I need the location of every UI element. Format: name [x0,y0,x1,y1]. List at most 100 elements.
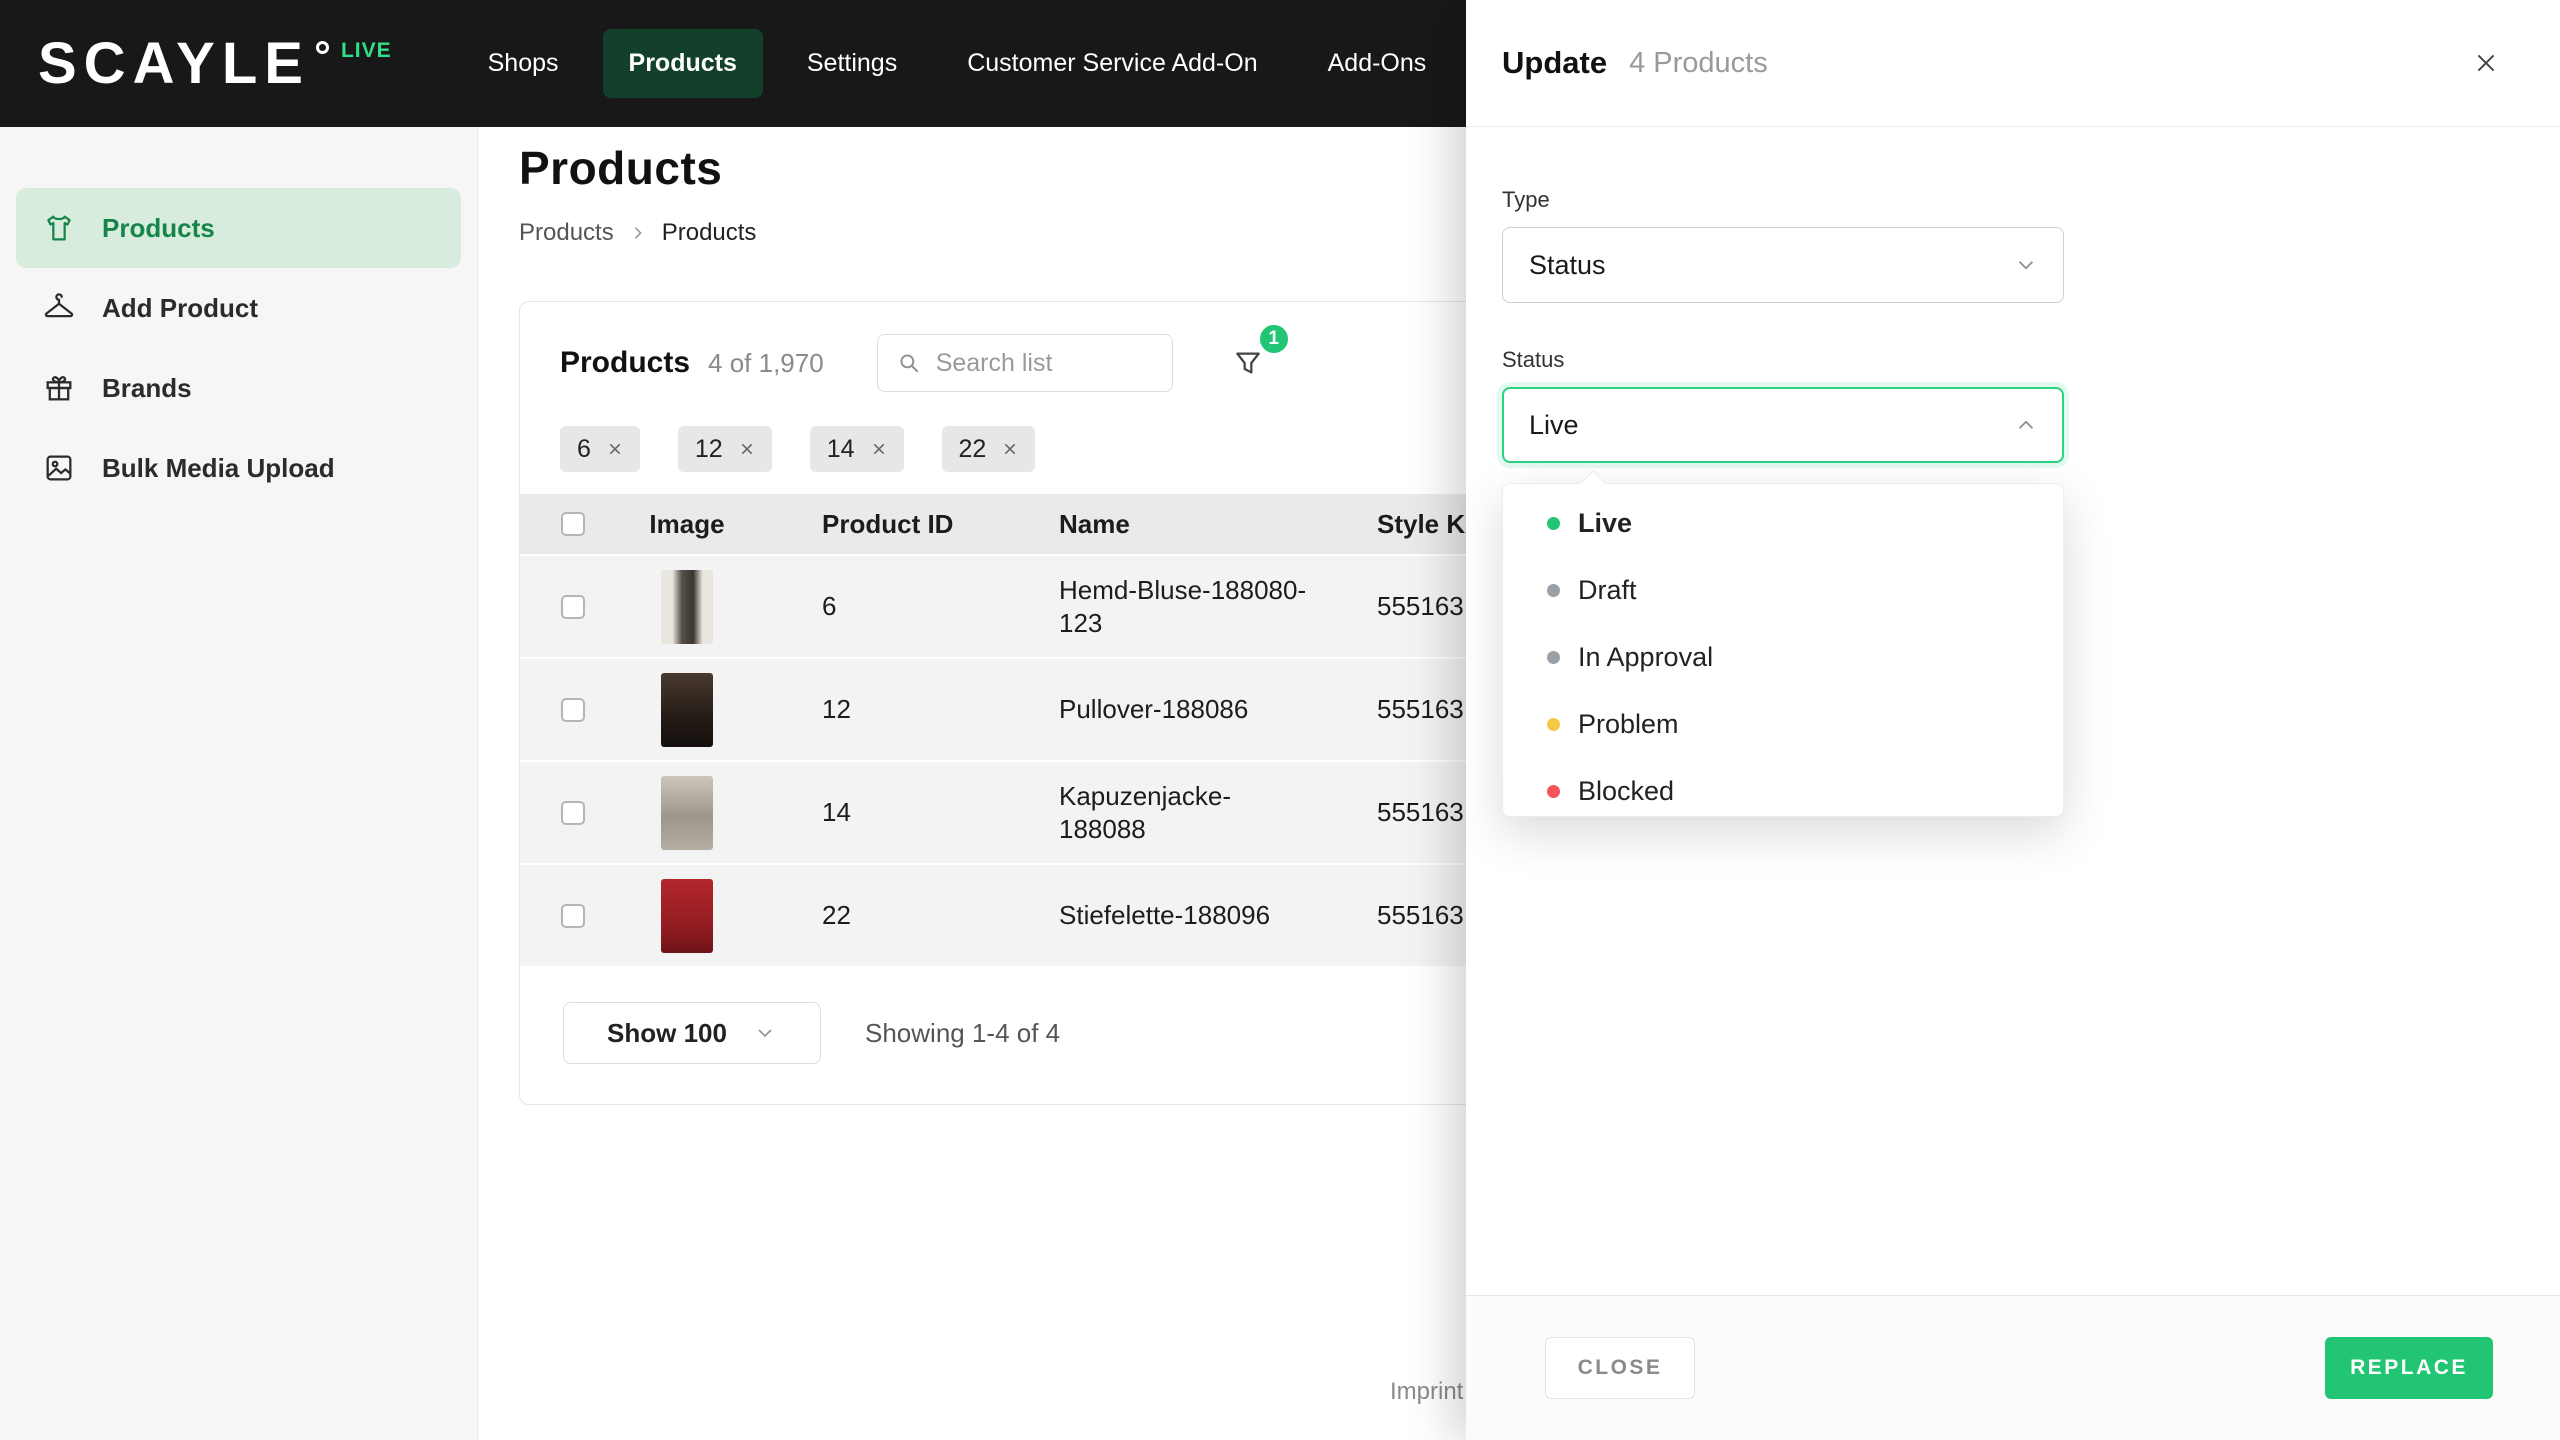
panel-subtitle: 4 Products [1629,46,1768,79]
panel-title: Update [1502,45,1608,80]
tshirt-icon [42,211,76,245]
filter-button[interactable]: 1 [1219,322,1291,392]
type-select[interactable]: Status [1502,227,2064,303]
product-name-cell: Hemd-Bluse-188080-123 [1059,575,1307,638]
chip-value: 22 [958,434,987,463]
option-label: Blocked [1578,776,1675,806]
product-thumbnail [661,878,713,953]
hanger-icon [42,291,76,325]
page-size-dropdown[interactable]: Show 100 [563,1002,821,1064]
product-id-cell: 14 [822,797,851,827]
update-panel: Update 4 Products Type Status Status Liv… [1466,0,2560,1440]
row-checkbox[interactable] [561,903,585,928]
option-label: Live [1578,508,1633,538]
select-all-checkbox[interactable] [561,512,585,536]
imprint-link[interactable]: Imprint [1390,1378,1463,1406]
funnel-icon [1232,347,1264,379]
status-field: Status Live [1502,347,2524,463]
showing-range-text: Showing 1-4 of 4 [865,1017,1061,1048]
column-header-product-id: Product ID [822,508,954,539]
column-header-name: Name [1059,508,1130,539]
image-icon [42,451,76,485]
product-id-cell: 12 [822,694,851,724]
column-header-image: Image [649,508,725,539]
chevron-right-icon [630,225,646,241]
dropdown-option-live[interactable]: Live [1503,490,2063,557]
sidebar-item-products[interactable]: Products [16,188,461,268]
status-dot-icon [1547,785,1560,798]
product-image-cell [592,775,782,850]
row-checkbox[interactable] [561,697,585,722]
option-label: Draft [1578,575,1637,605]
product-thumbnail [661,672,713,747]
product-image-cell [592,672,782,747]
product-thumbnail [661,569,713,644]
page-size-label: Show 100 [607,1017,727,1048]
row-checkbox[interactable] [561,800,585,825]
dropdown-option-draft[interactable]: Draft [1503,557,2063,624]
chip-value: 12 [694,434,723,463]
filter-chip: 6 [560,426,640,472]
sidebar-item-add-product[interactable]: Add Product [16,268,461,348]
filter-count-badge: 1 [1256,322,1291,356]
card-title: Products [560,346,691,379]
breadcrumb-item-current: Products [661,219,757,246]
nav-item-products[interactable]: Products [602,29,763,98]
update-panel-body: Type Status Status Live Live Draft In Ap… [1466,127,2560,1295]
filter-chip: 12 [677,426,772,472]
product-name-cell: Pullover-188086 [1059,694,1249,725]
status-dot-icon [1547,517,1560,530]
close-icon [2477,54,2495,72]
nav-item-shops[interactable]: Shops [462,29,585,98]
sidebar-item-bulk-media-upload[interactable]: Bulk Media Upload [16,428,461,508]
product-image-cell [592,569,782,644]
close-panel-button[interactable] [2464,41,2508,85]
status-select-value: Live [1529,409,1579,440]
scayle-logo[interactable]: SCAYLE LIVE [38,34,392,93]
nav-item-settings[interactable]: Settings [781,29,923,98]
product-name-cell: Kapuzenjacke-188088 [1059,781,1231,844]
status-dot-icon [1547,718,1560,731]
status-dot-icon [1547,584,1560,597]
row-checkbox[interactable] [561,594,585,619]
type-field-label: Type [1502,187,1550,212]
product-id-cell: 22 [822,900,851,930]
chip-remove-icon[interactable] [871,441,887,457]
sidebar-item-label: Products [102,212,215,243]
type-field: Type Status [1502,187,2524,303]
dropdown-option-blocked[interactable]: Blocked [1503,758,2063,816]
dropdown-option-in-approval[interactable]: In Approval [1503,624,2063,691]
close-button[interactable]: CLOSE [1545,1337,1695,1399]
chip-remove-icon[interactable] [739,441,755,457]
sidebar-item-label: Add Product [102,292,258,323]
search-input[interactable] [935,348,1154,378]
card-count: 4 of 1,970 [708,347,824,378]
chevron-down-icon [758,1029,772,1038]
chip-remove-icon[interactable] [1002,441,1018,457]
update-panel-footer: CLOSE REPLACE [1466,1295,2560,1440]
option-label: In Approval [1578,642,1714,672]
chip-remove-icon[interactable] [607,441,623,457]
chevron-up-icon [2018,420,2034,429]
replace-button[interactable]: REPLACE [2325,1337,2493,1399]
type-select-value: Status [1529,249,1606,280]
sidebar-item-label: Bulk Media Upload [102,452,335,483]
filter-chip: 22 [941,426,1036,472]
product-name-cell: Stiefelette-188096 [1059,900,1271,931]
search-icon [896,350,922,376]
chevron-down-icon [2018,261,2034,270]
nav-item-addons[interactable]: Add-Ons [1302,29,1453,98]
product-id-cell: 6 [822,591,837,621]
status-dot-icon [1547,651,1560,664]
nav-item-customer-service-addon[interactable]: Customer Service Add-On [941,29,1283,98]
filter-chip: 14 [809,426,904,472]
live-badge: LIVE [340,38,392,62]
sidebar-item-brands[interactable]: Brands [16,348,461,428]
status-select[interactable]: Live [1502,387,2064,463]
status-dropdown-menu: Live Draft In Approval Problem Blocked [1502,483,2064,817]
dropdown-option-problem[interactable]: Problem [1503,691,2063,758]
breadcrumb-item[interactable]: Products [519,219,614,247]
main-nav: Shops Products Settings Customer Service… [462,29,1453,98]
update-panel-header: Update 4 Products [1466,0,2560,127]
status-field-label: Status [1502,347,1565,372]
